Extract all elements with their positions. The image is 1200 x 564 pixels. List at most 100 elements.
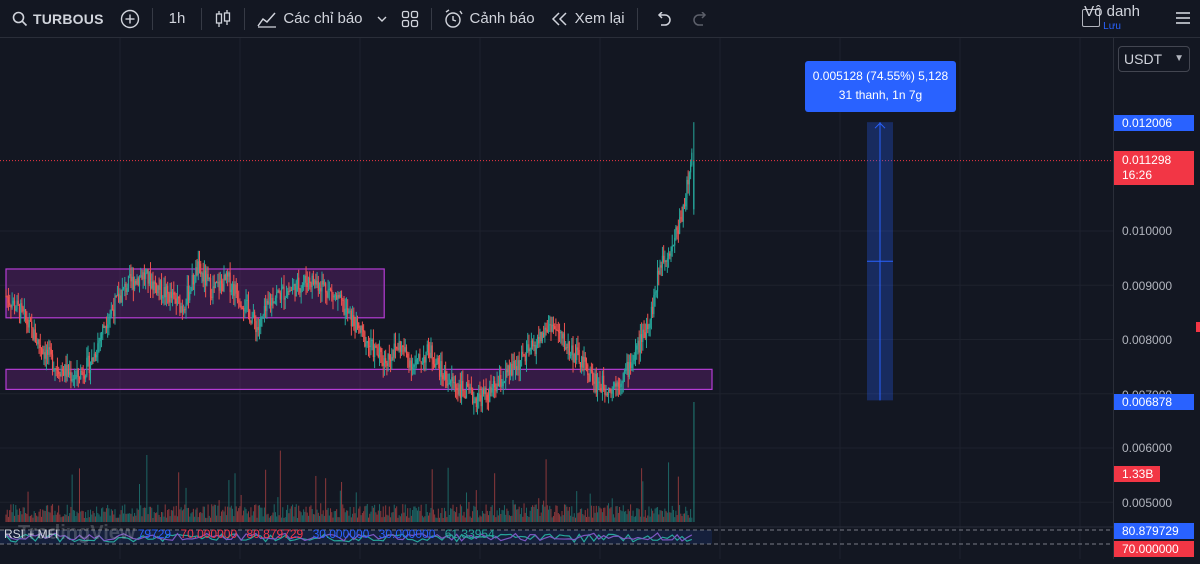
templates-icon[interactable] — [393, 0, 427, 38]
candle-body — [162, 297, 164, 299]
add-symbol-icon[interactable] — [112, 0, 148, 38]
candle-body — [245, 300, 247, 311]
interval-button[interactable]: 1h — [157, 0, 198, 38]
undo-icon[interactable] — [642, 0, 684, 38]
candle-body — [97, 343, 99, 355]
candle-body — [468, 386, 470, 389]
volume-bar — [305, 506, 307, 522]
volume-bar — [39, 509, 41, 522]
volume-bar — [45, 505, 47, 522]
candle-body — [293, 284, 295, 286]
candle-body — [519, 360, 521, 370]
redo-icon[interactable] — [684, 0, 718, 38]
symbol-search[interactable]: TURBOUS — [0, 0, 112, 38]
candle-body — [442, 375, 444, 380]
volume-bar — [537, 508, 539, 522]
volume-bar — [162, 512, 164, 522]
candle-body — [487, 400, 490, 402]
replay-icon — [551, 11, 569, 26]
volume-bar — [110, 509, 112, 522]
candle-body — [544, 327, 546, 338]
volume-bar — [587, 508, 589, 522]
candle-body — [225, 272, 228, 280]
volume-bar — [244, 507, 246, 522]
volume-bar — [407, 508, 409, 522]
alert-button[interactable]: Cảnh báo — [436, 0, 543, 38]
replay-button[interactable]: Xem lại — [543, 0, 633, 38]
candle-body — [347, 308, 349, 314]
candle-body — [616, 382, 618, 387]
rsi-value-label: 80.879729 — [1114, 523, 1194, 539]
candle-body — [65, 364, 67, 377]
volume-bar — [102, 507, 104, 522]
candle-body — [70, 372, 72, 381]
volume-bar — [277, 497, 279, 522]
candle-body — [185, 304, 187, 311]
candle-body — [685, 198, 687, 207]
volume-bar — [306, 512, 308, 522]
candle-body — [661, 255, 664, 268]
candle-body — [565, 347, 567, 350]
chart-pane[interactable] — [0, 38, 1113, 559]
chevron-down-icon[interactable] — [371, 0, 393, 38]
candle-body — [331, 289, 333, 293]
candle-body — [209, 277, 212, 297]
volume-bar — [119, 514, 121, 522]
candle-body — [304, 276, 306, 283]
volume-bar — [477, 510, 479, 522]
price-chart[interactable] — [0, 38, 1113, 559]
candle-body — [296, 277, 299, 281]
volume-bar — [685, 506, 687, 522]
candle-body — [483, 390, 485, 395]
volume-bar — [240, 494, 242, 522]
volume-bar — [459, 504, 461, 522]
candle-body — [247, 299, 250, 311]
candle-body — [628, 362, 630, 377]
volume-bar — [439, 517, 441, 522]
candle-body — [547, 325, 550, 332]
candle-body — [119, 295, 121, 303]
volume-bar — [567, 510, 569, 522]
candle-body — [511, 363, 513, 376]
volume-bar — [608, 503, 610, 522]
candle-body — [238, 300, 240, 302]
currency-selector[interactable]: USDT ▼ — [1118, 46, 1190, 72]
candle-body — [465, 383, 468, 399]
candle-body — [283, 286, 285, 300]
candle-body — [641, 334, 643, 343]
volume-bar — [289, 508, 291, 522]
candle-body — [540, 331, 542, 342]
volume-bar — [76, 511, 78, 522]
volume-bar — [413, 506, 415, 522]
menu-icon[interactable] — [1174, 9, 1192, 32]
candle-body — [398, 341, 400, 350]
volume-bar — [7, 516, 9, 522]
candle-body — [120, 295, 122, 303]
candle-body — [182, 309, 185, 312]
volume-bar — [50, 505, 52, 522]
candle-body — [147, 269, 149, 284]
volume-bar — [165, 517, 167, 522]
volume-bar — [402, 504, 404, 522]
candle-body — [76, 368, 78, 375]
volume-bar — [16, 509, 18, 522]
volume-bar — [135, 515, 137, 522]
user-menu[interactable]: Vô danh Lưu — [1084, 3, 1140, 32]
candle-body — [405, 347, 408, 354]
candle-body — [578, 349, 580, 363]
volume-bar — [251, 515, 253, 522]
candle-body — [33, 329, 35, 340]
volume-bar — [186, 508, 188, 522]
candle-body — [634, 349, 637, 356]
candle-body — [590, 369, 593, 372]
volume-bar — [222, 509, 224, 522]
save-label[interactable]: Lưu — [1084, 21, 1140, 32]
candle-body — [571, 345, 573, 355]
indicators-button[interactable]: Các chỉ báo — [249, 0, 370, 38]
candles-icon[interactable] — [206, 0, 240, 38]
candle-body — [325, 283, 327, 293]
volume-bar — [634, 516, 636, 522]
volume-bar — [428, 515, 430, 522]
volume-bar — [334, 510, 336, 522]
volume-bar — [336, 509, 338, 522]
